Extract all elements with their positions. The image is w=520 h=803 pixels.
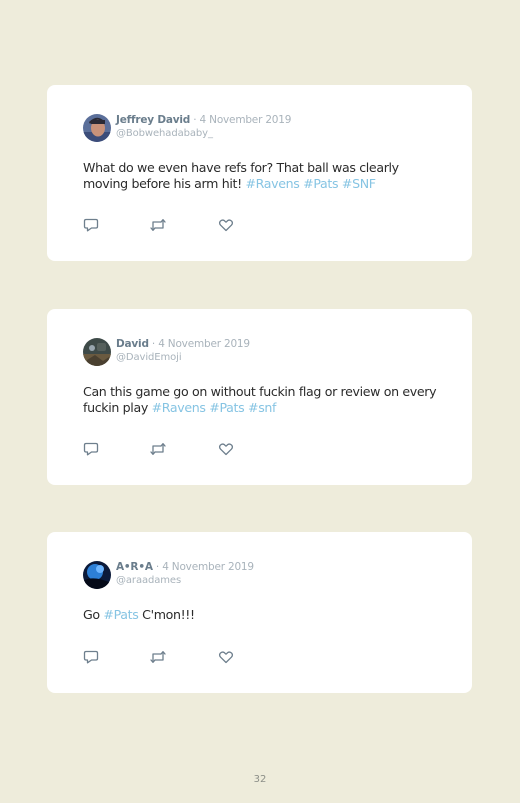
reply-icon[interactable]: [83, 217, 99, 233]
tweet-text: Can this game go on without fuckin flag …: [83, 384, 443, 415]
hashtag-link[interactable]: #Ravens: [245, 176, 299, 191]
hashtag-link[interactable]: #snf: [248, 400, 276, 415]
tweet-card: Jeffrey David · 4 November 2019 @Bobweha…: [47, 85, 472, 261]
retweet-icon[interactable]: [149, 217, 167, 233]
hashtag-link[interactable]: #Pats: [103, 607, 138, 622]
hashtag-link[interactable]: #Pats: [303, 176, 338, 191]
page-number: 32: [253, 774, 267, 785]
text-segment: C'mon!!!: [138, 607, 195, 622]
hashtag-link[interactable]: #Pats: [209, 400, 244, 415]
reply-icon[interactable]: [83, 441, 99, 457]
retweet-icon[interactable]: [149, 441, 167, 457]
separator: ·: [190, 114, 200, 126]
retweet-icon[interactable]: [149, 649, 167, 665]
author-handle[interactable]: @DavidEmoji: [116, 352, 182, 363]
tweet-text: Go #Pats C'mon!!!: [83, 607, 443, 623]
tweet-date[interactable]: 4 November 2019: [200, 114, 292, 126]
author-line: Jeffrey David · 4 November 2019: [116, 114, 291, 126]
author-name[interactable]: Jeffrey David: [116, 114, 190, 126]
avatar[interactable]: [83, 561, 111, 589]
author-name[interactable]: David: [116, 338, 149, 350]
avatar[interactable]: [83, 338, 111, 366]
hashtag-link[interactable]: #Ravens: [152, 400, 206, 415]
author-handle[interactable]: @araadames: [116, 575, 181, 586]
author-line: A•R•A · 4 November 2019: [116, 561, 254, 573]
reply-icon[interactable]: [83, 649, 99, 665]
tweet-card: David · 4 November 2019 @DavidEmoji Can …: [47, 309, 472, 485]
tweet-card: A•R•A · 4 November 2019 @araadames Go #P…: [47, 532, 472, 693]
hashtag-link[interactable]: #SNF: [342, 176, 376, 191]
separator: ·: [148, 338, 159, 350]
like-icon[interactable]: [218, 217, 234, 233]
tweet-date[interactable]: 4 November 2019: [162, 561, 254, 573]
tweet-text: What do we even have refs for? That ball…: [83, 160, 443, 191]
text-segment: Go: [83, 607, 104, 622]
author-line: David · 4 November 2019: [116, 338, 250, 350]
separator: ·: [152, 561, 163, 573]
like-icon[interactable]: [218, 441, 234, 457]
tweet-date[interactable]: 4 November 2019: [158, 338, 250, 350]
like-icon[interactable]: [218, 649, 234, 665]
author-handle[interactable]: @Bobwehadababy_: [116, 128, 213, 139]
author-name[interactable]: A•R•A: [116, 561, 153, 573]
avatar[interactable]: [83, 114, 111, 142]
